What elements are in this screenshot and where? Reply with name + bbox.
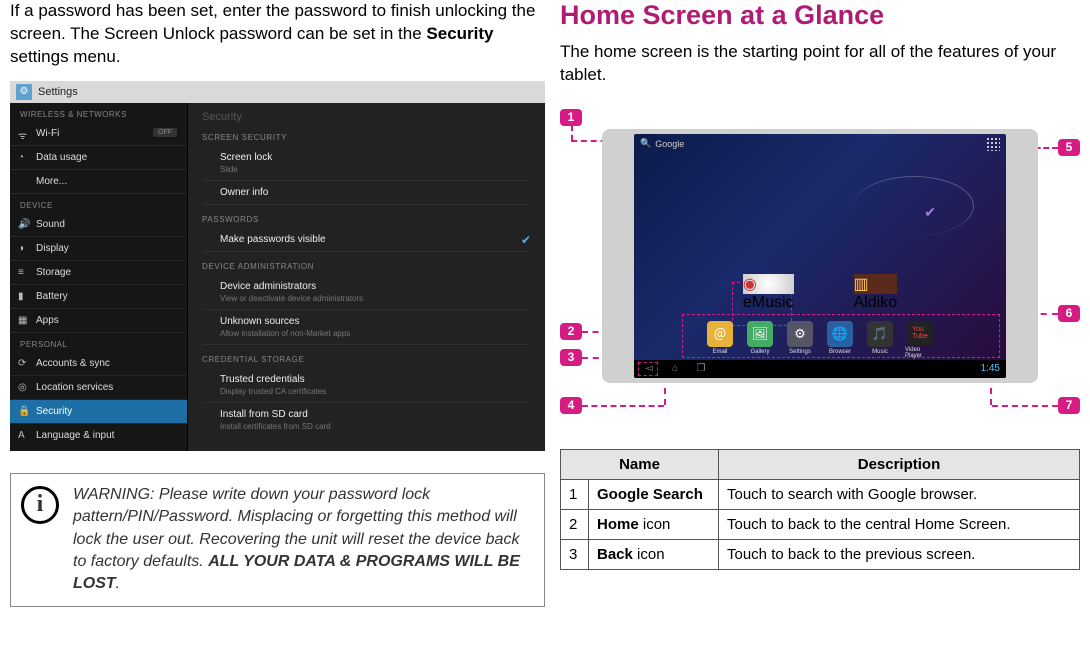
callout-6: 6 — [1058, 305, 1080, 322]
settings-main: Security SCREEN SECURITY Screen lockSlid… — [188, 103, 545, 451]
item-passwords-visible[interactable]: Make passwords visible✔ — [202, 228, 531, 252]
music-icon: 🎵 — [867, 321, 893, 347]
sync-icon: ⟳ — [18, 358, 30, 370]
description-table: Name Description 1 Google Search Touch t… — [560, 449, 1080, 570]
home-icon[interactable]: ⌂ — [666, 362, 684, 376]
wallpaper-check-icon: ✔ — [924, 204, 936, 221]
callout-3: 3 — [560, 349, 582, 366]
aldiko-icon: ▥ — [854, 274, 898, 294]
back-icon[interactable]: ◅ — [640, 362, 658, 376]
display-icon: ◑ — [18, 243, 30, 255]
sidebar-item-apps[interactable]: ▦Apps — [10, 309, 187, 333]
section-title: Home Screen at a Glance — [560, 0, 1080, 31]
app-email[interactable]: ＠Email — [705, 321, 735, 359]
section-device-admin: DEVICE ADMINISTRATION — [202, 262, 531, 271]
table-row: 3 Back icon Touch to back to the previou… — [561, 539, 1080, 569]
item-screen-lock[interactable]: Screen lockSlide — [202, 146, 531, 181]
sidebar-item-location[interactable]: ◎Location services — [10, 376, 187, 400]
callout-5: 5 — [1058, 139, 1080, 156]
gallery-icon: 🖼 — [747, 321, 773, 347]
settings-icon: ⚙ — [16, 84, 32, 100]
sidebar-item-display[interactable]: ◑Display — [10, 237, 187, 261]
location-icon: ◎ — [18, 382, 30, 394]
settings-titlebar: ⚙ Settings — [10, 81, 545, 103]
sidebar-item-storage[interactable]: ≡Storage — [10, 261, 187, 285]
callout-7: 7 — [1058, 397, 1080, 414]
sidebar-header-device: DEVICE — [10, 194, 187, 213]
section-intro: The home screen is the starting point fo… — [560, 41, 1080, 87]
google-search-bar[interactable]: 🔍 Google — [640, 138, 684, 149]
wifi-icon: ᯤ — [18, 128, 30, 140]
battery-icon: ▮ — [18, 291, 30, 303]
homescreen-diagram: 1 2 3 4 5 6 7 🔍 Google — [560, 105, 1080, 435]
sidebar-header-wireless: WIRELESS & NETWORKS — [10, 103, 187, 122]
table-row: 1 Google Search Touch to search with Goo… — [561, 479, 1080, 509]
tablet-screen: 🔍 Google ✔ ◉eMusic ▥Aldiko — [634, 134, 1006, 378]
magnifier-icon: 🔍 — [640, 138, 651, 149]
item-device-admins[interactable]: Device administratorsView or deactivate … — [202, 275, 531, 310]
email-icon: ＠ — [707, 321, 733, 347]
browser-icon: 🌐 — [827, 321, 853, 347]
app-emusic[interactable]: ◉eMusic — [743, 274, 794, 312]
sidebar-item-data[interactable]: ◔Data usage — [10, 146, 187, 170]
storage-icon: ≡ — [18, 267, 30, 279]
sidebar-item-more[interactable]: More... — [10, 170, 187, 194]
sidebar-item-wifi[interactable]: ᯤWi-FiOFF — [10, 122, 187, 146]
sidebar-item-sound[interactable]: 🔊Sound — [10, 213, 187, 237]
language-icon: A — [18, 430, 30, 442]
sound-icon: 🔊 — [18, 219, 30, 231]
sidebar-header-personal: PERSONAL — [10, 333, 187, 352]
callout-1: 1 — [560, 109, 582, 126]
settings-app-icon: ⚙ — [787, 321, 813, 347]
section-credential-storage: CREDENTIAL STORAGE — [202, 355, 531, 364]
item-owner-info[interactable]: Owner info — [202, 181, 531, 205]
system-navbar: ◅ ⌂ ❐ 1:45 — [634, 360, 1006, 378]
item-unknown-sources[interactable]: Unknown sourcesAllow installation of non… — [202, 310, 531, 345]
sidebar-item-security[interactable]: 🔒Security — [10, 400, 187, 424]
info-icon: i — [21, 486, 59, 524]
section-screen-security: SCREEN SECURITY — [202, 133, 531, 142]
lock-icon: 🔒 — [18, 406, 30, 418]
app-browser[interactable]: 🌐Browser — [825, 321, 855, 359]
check-icon: ✔ — [521, 233, 531, 247]
app-videoplayer[interactable]: YouTubeVideo Player — [905, 321, 935, 359]
item-install-sd[interactable]: Install from SD cardInstall certificates… — [202, 403, 531, 437]
callout-4: 4 — [560, 397, 582, 414]
data-icon: ◔ — [18, 152, 30, 164]
app-aldiko[interactable]: ▥Aldiko — [854, 274, 898, 312]
section-passwords: PASSWORDS — [202, 215, 531, 224]
wifi-toggle[interactable]: OFF — [153, 128, 177, 137]
app-music[interactable]: 🎵Music — [865, 321, 895, 359]
th-name: Name — [561, 449, 719, 479]
sidebar-item-language[interactable]: ALanguage & input — [10, 424, 187, 447]
settings-app-label: Settings — [38, 86, 78, 98]
intro-text: If a password has been set, enter the pa… — [10, 0, 545, 69]
app-drawer-icon[interactable] — [986, 137, 1000, 151]
sidebar-item-accounts[interactable]: ⟳Accounts & sync — [10, 352, 187, 376]
settings-main-title: Security — [202, 111, 531, 123]
wallpaper-arc — [854, 176, 974, 236]
app-gallery[interactable]: 🖼Gallery — [745, 321, 775, 359]
callout-2: 2 — [560, 323, 582, 340]
item-trusted-credentials[interactable]: Trusted credentialsDisplay trusted CA ce… — [202, 368, 531, 403]
clock: 1:45 — [981, 363, 1000, 374]
table-row: 2 Home icon Touch to back to the central… — [561, 509, 1080, 539]
th-description: Description — [719, 449, 1080, 479]
apps-icon: ▦ — [18, 315, 30, 327]
sidebar-item-battery[interactable]: ▮Battery — [10, 285, 187, 309]
recents-icon[interactable]: ❐ — [692, 362, 710, 376]
youtube-icon: YouTube — [907, 321, 933, 345]
tablet-frame: 🔍 Google ✔ ◉eMusic ▥Aldiko — [602, 129, 1038, 383]
settings-screenshot: ⚙ Settings WIRELESS & NETWORKS ᯤWi-FiOFF… — [10, 81, 545, 451]
app-settings[interactable]: ⚙Settings — [785, 321, 815, 359]
emusic-icon: ◉ — [743, 274, 794, 294]
warning-box: i WARNING: Please write down your passwo… — [10, 473, 545, 607]
settings-sidebar: WIRELESS & NETWORKS ᯤWi-FiOFF ◔Data usag… — [10, 103, 188, 451]
